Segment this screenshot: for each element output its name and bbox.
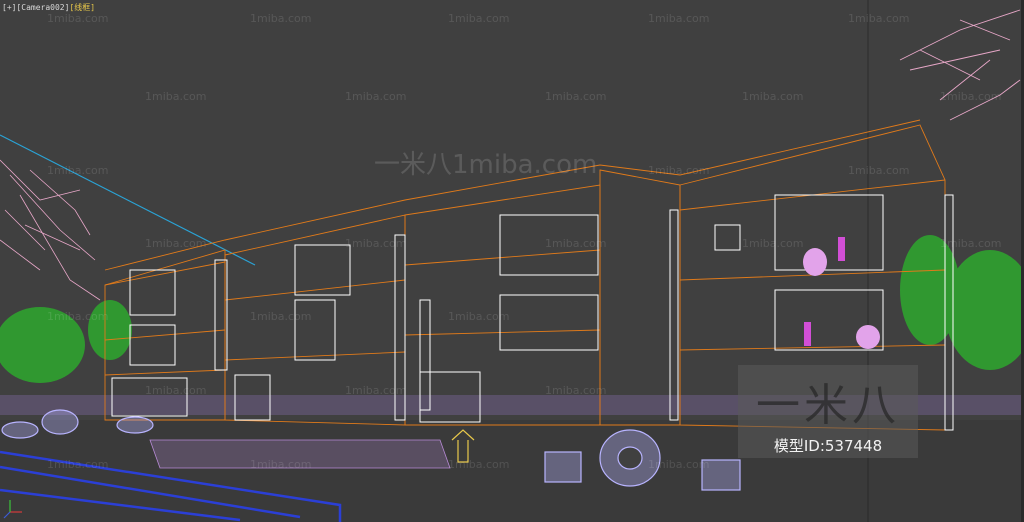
plaza xyxy=(149,439,451,469)
watermark-large: 一米八1miba.com xyxy=(374,150,598,180)
viewport-label[interactable]: [+][Camera002][线框] xyxy=(2,2,95,13)
viewport-shading-mode[interactable]: [线框] xyxy=(69,3,95,12)
camera-line xyxy=(0,134,256,266)
tree-left-pink xyxy=(0,159,101,301)
tree-right-green xyxy=(900,235,1024,370)
badge-logo: 一米八 xyxy=(756,380,900,431)
tree-left-green xyxy=(0,300,132,383)
model-id-text: 模型ID:537448 xyxy=(773,437,883,455)
3d-viewport[interactable]: [+][Camera002][线框] 1miba.com 1miba.com 1… xyxy=(0,0,1024,522)
viewport-menu-plus[interactable]: [+] xyxy=(2,3,16,12)
model-id-badge: 一米八 模型ID:537448 xyxy=(738,365,918,458)
viewport-camera-name[interactable]: [Camera002] xyxy=(16,3,69,12)
tree-right-pink xyxy=(899,9,1021,121)
